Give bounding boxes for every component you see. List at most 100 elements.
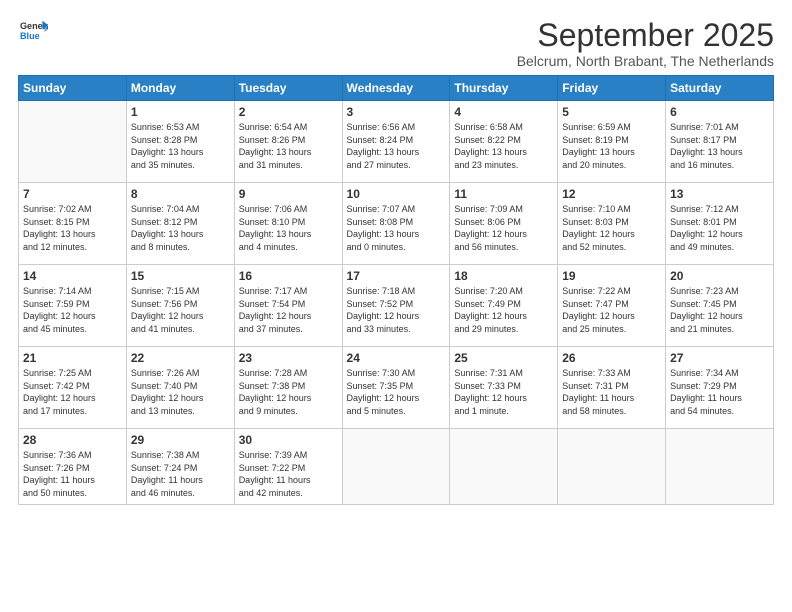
day-info: Sunrise: 7:06 AMSunset: 8:10 PMDaylight:… — [239, 203, 338, 253]
day-number: 23 — [239, 351, 338, 365]
day-info: Sunrise: 7:20 AMSunset: 7:49 PMDaylight:… — [454, 285, 553, 335]
col-sunday: Sunday — [19, 76, 127, 101]
table-row: 14 Sunrise: 7:14 AMSunset: 7:59 PMDayligh… — [19, 265, 127, 347]
day-number: 20 — [670, 269, 769, 283]
table-row: 10 Sunrise: 7:07 AMSunset: 8:08 PMDayligh… — [342, 183, 450, 265]
day-info: Sunrise: 7:22 AMSunset: 7:47 PMDaylight:… — [562, 285, 661, 335]
day-number: 7 — [23, 187, 122, 201]
day-number: 22 — [131, 351, 230, 365]
table-row: 26Sunrise: 7:33 AMSunset: 7:31 PMDayligh… — [558, 347, 666, 429]
day-info: Sunrise: 6:59 AMSunset: 8:19 PMDaylight:… — [562, 121, 661, 171]
day-number: 12 — [562, 187, 661, 201]
day-number: 4 — [454, 105, 553, 119]
table-row: 15 Sunrise: 7:15 AMSunset: 7:56 PMDayligh… — [126, 265, 234, 347]
table-row: 21 Sunrise: 7:25 AMSunset: 7:42 PMDayligh… — [19, 347, 127, 429]
table-row: 23 Sunrise: 7:28 AMSunset: 7:38 PMDayligh… — [234, 347, 342, 429]
table-row — [558, 429, 666, 504]
table-row: 25Sunrise: 7:31 AMSunset: 7:33 PMDayligh… — [450, 347, 558, 429]
logo: General Blue — [18, 18, 48, 51]
col-thursday: Thursday — [450, 76, 558, 101]
table-row — [450, 429, 558, 504]
day-number: 10 — [347, 187, 446, 201]
col-monday: Monday — [126, 76, 234, 101]
day-info: Sunrise: 7:15 AMSunset: 7:56 PMDaylight:… — [131, 285, 230, 335]
day-number: 6 — [670, 105, 769, 119]
day-info: Sunrise: 7:12 AMSunset: 8:01 PMDaylight:… — [670, 203, 769, 253]
day-info: Sunrise: 7:14 AMSunset: 7:59 PMDaylight:… — [23, 285, 122, 335]
day-info: Sunrise: 6:54 AMSunset: 8:26 PMDaylight:… — [239, 121, 338, 171]
table-row: 28 Sunrise: 7:36 AMSunset: 7:26 PMDayligh… — [19, 429, 127, 504]
table-row: 16 Sunrise: 7:17 AMSunset: 7:54 PMDayligh… — [234, 265, 342, 347]
table-row: 29 Sunrise: 7:38 AMSunset: 7:24 PMDayligh… — [126, 429, 234, 504]
day-number: 1 — [131, 105, 230, 119]
table-row: 6 Sunrise: 7:01 AMSunset: 8:17 PMDaylight… — [666, 101, 774, 183]
day-number: 24 — [347, 351, 446, 365]
day-info: Sunrise: 7:39 AMSunset: 7:22 PMDaylight:… — [239, 449, 338, 499]
day-number: 19 — [562, 269, 661, 283]
table-row: 9Sunrise: 7:06 AMSunset: 8:10 PMDaylight… — [234, 183, 342, 265]
table-row: 22 Sunrise: 7:26 AMSunset: 7:40 PMDayligh… — [126, 347, 234, 429]
day-number: 18 — [454, 269, 553, 283]
col-friday: Friday — [558, 76, 666, 101]
day-info: Sunrise: 7:28 AMSunset: 7:38 PMDaylight:… — [239, 367, 338, 417]
table-row: 8Sunrise: 7:04 AMSunset: 8:12 PMDaylight… — [126, 183, 234, 265]
day-number: 25 — [454, 351, 553, 365]
day-info: Sunrise: 7:38 AMSunset: 7:24 PMDaylight:… — [131, 449, 230, 499]
day-info: Sunrise: 7:23 AMSunset: 7:45 PMDaylight:… — [670, 285, 769, 335]
table-row: 30 Sunrise: 7:39 AMSunset: 7:22 PMDayligh… — [234, 429, 342, 504]
day-info: Sunrise: 7:33 AMSunset: 7:31 PMDaylight:… — [562, 367, 661, 417]
table-row: 7 Sunrise: 7:02 AMSunset: 8:15 PMDaylight… — [19, 183, 127, 265]
col-tuesday: Tuesday — [234, 76, 342, 101]
col-saturday: Saturday — [666, 76, 774, 101]
svg-text:Blue: Blue — [20, 31, 40, 41]
day-number: 2 — [239, 105, 338, 119]
day-info: Sunrise: 7:25 AMSunset: 7:42 PMDaylight:… — [23, 367, 122, 417]
table-row — [342, 429, 450, 504]
table-row: 17 Sunrise: 7:18 AMSunset: 7:52 PMDayligh… — [342, 265, 450, 347]
table-row: 5 Sunrise: 6:59 AMSunset: 8:19 PMDaylight… — [558, 101, 666, 183]
logo-icon: General Blue — [20, 18, 48, 46]
day-info: Sunrise: 7:10 AMSunset: 8:03 PMDaylight:… — [562, 203, 661, 253]
day-number: 15 — [131, 269, 230, 283]
day-number: 16 — [239, 269, 338, 283]
table-row: 12 Sunrise: 7:10 AMSunset: 8:03 PMDayligh… — [558, 183, 666, 265]
table-row: 1Sunrise: 6:53 AMSunset: 8:28 PMDaylight… — [126, 101, 234, 183]
table-row: 20 Sunrise: 7:23 AMSunset: 7:45 PMDayligh… — [666, 265, 774, 347]
day-number: 30 — [239, 433, 338, 447]
day-number: 14 — [23, 269, 122, 283]
day-info: Sunrise: 7:02 AMSunset: 8:15 PMDaylight:… — [23, 203, 122, 253]
day-info: Sunrise: 7:26 AMSunset: 7:40 PMDaylight:… — [131, 367, 230, 417]
day-number: 27 — [670, 351, 769, 365]
day-info: Sunrise: 7:17 AMSunset: 7:54 PMDaylight:… — [239, 285, 338, 335]
day-info: Sunrise: 7:01 AMSunset: 8:17 PMDaylight:… — [670, 121, 769, 171]
table-row: 11 Sunrise: 7:09 AMSunset: 8:06 PMDayligh… — [450, 183, 558, 265]
day-info: Sunrise: 7:09 AMSunset: 8:06 PMDaylight:… — [454, 203, 553, 253]
col-wednesday: Wednesday — [342, 76, 450, 101]
day-number: 5 — [562, 105, 661, 119]
calendar-table: Sunday Monday Tuesday Wednesday Thursday… — [18, 75, 774, 504]
day-number: 11 — [454, 187, 553, 201]
table-row: 2 Sunrise: 6:54 AMSunset: 8:26 PMDaylight… — [234, 101, 342, 183]
day-number: 21 — [23, 351, 122, 365]
day-info: Sunrise: 6:58 AMSunset: 8:22 PMDaylight:… — [454, 121, 553, 171]
day-info: Sunrise: 7:18 AMSunset: 7:52 PMDaylight:… — [347, 285, 446, 335]
day-info: Sunrise: 7:34 AMSunset: 7:29 PMDaylight:… — [670, 367, 769, 417]
table-row: 18 Sunrise: 7:20 AMSunset: 7:49 PMDayligh… — [450, 265, 558, 347]
table-row: 24Sunrise: 7:30 AMSunset: 7:35 PMDayligh… — [342, 347, 450, 429]
day-info: Sunrise: 6:56 AMSunset: 8:24 PMDaylight:… — [347, 121, 446, 171]
day-info: Sunrise: 7:04 AMSunset: 8:12 PMDaylight:… — [131, 203, 230, 253]
day-info: Sunrise: 7:36 AMSunset: 7:26 PMDaylight:… — [23, 449, 122, 499]
location: Belcrum, North Brabant, The Netherlands — [517, 53, 774, 69]
table-row: 4 Sunrise: 6:58 AMSunset: 8:22 PMDaylight… — [450, 101, 558, 183]
header-row: Sunday Monday Tuesday Wednesday Thursday… — [19, 76, 774, 101]
day-info: Sunrise: 7:07 AMSunset: 8:08 PMDaylight:… — [347, 203, 446, 253]
day-number: 29 — [131, 433, 230, 447]
table-row — [19, 101, 127, 183]
month-title: September 2025 — [517, 18, 774, 53]
day-number: 28 — [23, 433, 122, 447]
table-row: 3Sunrise: 6:56 AMSunset: 8:24 PMDaylight… — [342, 101, 450, 183]
day-number: 17 — [347, 269, 446, 283]
table-row — [666, 429, 774, 504]
page: General Blue September 2025 Belcrum, Nor… — [0, 0, 792, 612]
day-number: 13 — [670, 187, 769, 201]
